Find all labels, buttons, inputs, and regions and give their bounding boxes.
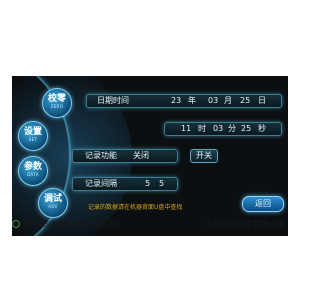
back-button[interactable]: 返回: [242, 196, 284, 212]
date-field[interactable]: 日期时间 23 年 03 月 25 日: [86, 94, 282, 108]
record-toggle-button[interactable]: 开关: [190, 149, 218, 163]
data-button[interactable]: 参数 DATA: [18, 156, 48, 186]
year-value: 23: [171, 96, 182, 105]
record-interval-label: 记录间隔: [85, 179, 117, 188]
company-caption: 北京同林科技有限公司: [204, 220, 284, 229]
record-interval-unit: 5: [159, 179, 165, 188]
set-button-label: 设置: [23, 127, 42, 137]
record-function-label: 记录功能: [85, 151, 117, 160]
model-caption: 35-J5000型臭氧在线检测仪: [22, 220, 123, 229]
datetime-label: 日期时间: [97, 96, 129, 105]
minute-value: 03: [213, 124, 224, 133]
zero-button[interactable]: 校零 ZERO: [42, 88, 72, 118]
second-value: 25: [241, 124, 252, 133]
adv-button-label: 调试: [43, 194, 62, 204]
set-button[interactable]: 设置 SET: [18, 121, 48, 151]
hour-unit: 时: [198, 124, 206, 133]
brand-logo-icon: [12, 220, 20, 228]
zero-button-label: 校零: [47, 94, 66, 104]
minute-unit: 分: [228, 124, 236, 133]
adv-button-sublabel: ADV: [48, 204, 58, 209]
second-unit: 秒: [258, 124, 266, 133]
hour-value: 11: [181, 124, 192, 133]
time-field[interactable]: 11 时 03 分 25 秒: [164, 122, 282, 136]
adv-button[interactable]: 调试 ADV: [38, 188, 68, 218]
usb-storage-note: 记录的数据请在机器背面U盘中查找: [88, 204, 183, 211]
zero-button-sublabel: ZERO: [50, 104, 64, 109]
day-unit: 日: [258, 96, 266, 105]
data-button-sublabel: DATA: [27, 172, 39, 177]
day-value: 25: [240, 96, 251, 105]
set-button-sublabel: SET: [28, 137, 38, 142]
record-function-field: 记录功能 关闭: [72, 149, 178, 163]
month-unit: 月: [224, 96, 232, 105]
record-interval-value: 5: [145, 179, 151, 188]
year-unit: 年: [188, 96, 196, 105]
device-screen: 校零 ZERO 设置 SET 参数 DATA 调试 ADV 日期时间 23 年 …: [12, 76, 288, 236]
record-function-value: 关闭: [133, 151, 149, 160]
month-value: 03: [208, 96, 219, 105]
record-interval-field[interactable]: 记录间隔 5 5: [72, 177, 178, 191]
data-button-label: 参数: [23, 162, 42, 172]
